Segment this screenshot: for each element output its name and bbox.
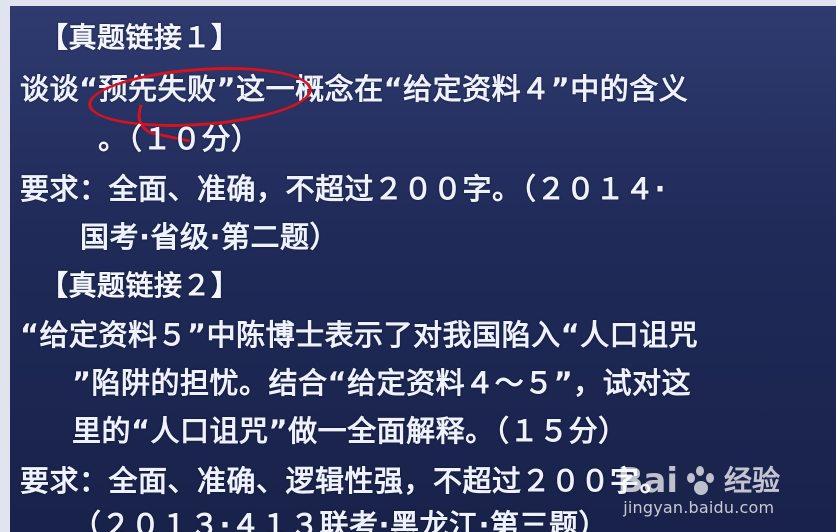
question-1-line-1: 谈谈“预先失败”这一概念在“给定资料４”中的含义	[20, 72, 689, 106]
baidu-jingyan-watermark: Bai 经验 jingyan.baidu.com	[617, 464, 780, 516]
question-2-line-1: “给定资料５”中陈博士表示了对我国陷入“人口诅咒	[20, 318, 699, 352]
question-2-requirement-line-2: （２０１３·４１３联考·黑龙江·第三题）	[72, 508, 609, 532]
question-2-line-3: 里的“人口诅咒”做一全面解释。（１５分）	[72, 414, 628, 448]
question-2-line-2: ”陷阱的担忧。结合“给定资料４～５”，试对这	[72, 366, 692, 400]
watermark-url: jingyan.baidu.com	[623, 498, 775, 517]
question-link-heading-2: 【真题链接２】	[40, 269, 240, 302]
question-link-heading-1: 【真题链接１】	[40, 21, 240, 54]
question-1-requirement-line-2: 国考·省级·第二题）	[80, 220, 340, 254]
jingyan-text: 经验	[723, 464, 780, 497]
question-2-requirement-line-1: 要求：全面、准确、逻辑性强，不超过２００字。	[20, 464, 670, 498]
question-1-line-2: 。（１０分）	[98, 122, 261, 156]
baidu-paw-icon	[684, 464, 718, 498]
baidu-logo-text: Bai	[617, 461, 678, 501]
question-1-requirement-line-1: 要求：全面、准确，不超过２００字。（２０１４·	[20, 172, 667, 206]
presentation-slide: 【真题链接１】 谈谈“预先失败”这一概念在“给定资料４”中的含义 。（１０分） …	[10, 6, 836, 532]
